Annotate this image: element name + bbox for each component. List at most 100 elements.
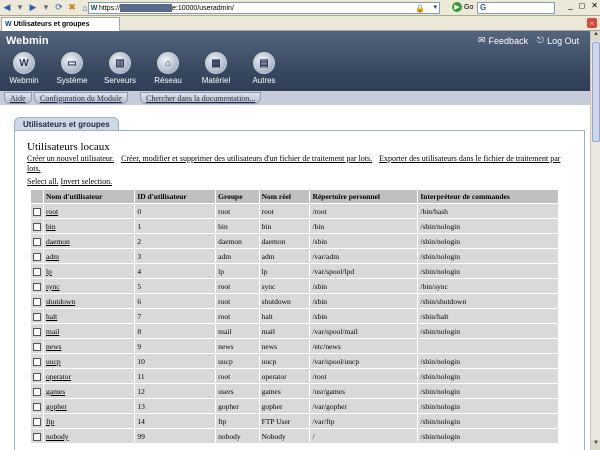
row-checkbox[interactable] — [33, 312, 41, 321]
select-all-link[interactable]: Select all. — [27, 177, 59, 186]
realname-cell: root — [259, 204, 310, 218]
table-header-row: Nom d'utilisateur ID d'utilisateur Group… — [31, 190, 558, 203]
page-scrollbar[interactable]: ▲ ▼ — [590, 31, 600, 450]
table-row: mail 8 mail mail/var/spool/mail/sbin/nologi… — [31, 324, 558, 338]
back-dropdown-icon[interactable]: ▾ — [14, 2, 26, 14]
batch-edit-link[interactable]: Créer, modifier et supprimer des utilisa… — [121, 154, 372, 163]
logout-button[interactable]: ⎋ Log Out — [537, 35, 579, 46]
username-link[interactable]: bin — [46, 222, 56, 231]
username-link[interactable]: gopher — [46, 402, 67, 411]
row-checkbox[interactable] — [33, 237, 41, 246]
category-materiel[interactable]: ▦ Matériel — [192, 49, 240, 91]
username-cell: mail — [44, 324, 135, 338]
search-docs-link[interactable]: Chercher dans la documentation... — [140, 92, 262, 104]
create-user-link[interactable]: Créer un nouvel utilisateur. — [27, 154, 114, 163]
scroll-up-icon[interactable]: ▲ — [591, 31, 600, 41]
row-checkbox[interactable] — [33, 342, 41, 351]
row-select-cell — [31, 339, 43, 353]
network-category-icon: ⌂ — [157, 52, 179, 74]
minimize-icon[interactable]: _ — [568, 1, 572, 10]
username-link[interactable]: halt — [46, 312, 57, 321]
page-content: Webmin ✉ Feedback ⎋ Log Out W Webmin ▭ S… — [0, 31, 590, 450]
close-tab-icon[interactable]: × — [587, 18, 597, 28]
username-link[interactable]: daemon — [46, 237, 70, 246]
homedir-cell: /root — [310, 204, 418, 218]
row-checkbox[interactable] — [33, 372, 41, 381]
feedback-label: Feedback — [488, 35, 529, 46]
username-link[interactable]: mail — [46, 327, 59, 336]
scroll-down-icon[interactable]: ▼ — [591, 440, 600, 450]
category-webmin[interactable]: W Webmin — [0, 49, 48, 91]
username-link[interactable]: operator — [46, 372, 71, 381]
row-checkbox[interactable] — [33, 222, 41, 231]
username-link[interactable]: lp — [46, 267, 52, 276]
reload-icon[interactable]: ⟳ — [53, 2, 65, 14]
username-link[interactable]: ftp — [46, 417, 54, 426]
row-select-cell — [31, 264, 43, 278]
help-link[interactable]: Aide — [4, 92, 32, 104]
lock-icon[interactable]: 🔒 — [415, 4, 425, 13]
username-link[interactable]: nobody — [46, 432, 69, 441]
redacted-host — [120, 4, 173, 12]
username-cell: daemon — [44, 234, 135, 248]
row-checkbox[interactable] — [33, 282, 41, 291]
username-link[interactable]: sync — [46, 282, 60, 291]
homedir-cell: /var/adm — [310, 249, 418, 263]
username-link[interactable]: games — [46, 387, 65, 396]
username-cell: nobody — [44, 429, 135, 443]
url-dropdown-icon[interactable]: ▾ — [433, 3, 437, 11]
username-link[interactable]: shutdown — [46, 297, 75, 306]
column-header-uid: ID d'utilisateur — [135, 190, 216, 203]
row-checkbox[interactable] — [33, 402, 41, 411]
feedback-button[interactable]: ✉ Feedback — [478, 35, 528, 46]
category-label: Matériel — [201, 76, 231, 85]
scroll-thumb[interactable] — [592, 42, 600, 142]
uid-cell: 99 — [135, 429, 216, 443]
url-text: https://e:10000/useradmin/ — [99, 4, 234, 12]
row-checkbox[interactable] — [33, 417, 41, 426]
uid-cell: 5 — [135, 279, 216, 293]
shell-cell: /sbin/nologin — [418, 399, 558, 413]
search-input[interactable]: G — [477, 2, 555, 14]
close-icon[interactable]: ✕ — [591, 1, 598, 10]
row-checkbox[interactable] — [33, 357, 41, 366]
category-serveurs[interactable]: ▥ Serveurs — [96, 49, 144, 91]
uid-cell: 1 — [135, 219, 216, 233]
go-button[interactable]: ▶ Go — [452, 2, 473, 12]
row-select-cell — [31, 294, 43, 308]
module-config-link[interactable]: Configuration du Module — [34, 92, 128, 104]
username-link[interactable]: adm — [46, 252, 59, 261]
forward-dropdown-icon[interactable]: ▾ — [40, 2, 52, 14]
row-checkbox[interactable] — [33, 387, 41, 396]
invert-selection-link[interactable]: Invert selection. — [61, 177, 113, 186]
forward-icon[interactable]: ▶ — [27, 2, 39, 14]
realname-cell: FTP User — [259, 414, 310, 428]
category-autres[interactable]: ▤ Autres — [240, 49, 288, 91]
stop-icon[interactable]: ✖ — [66, 2, 78, 14]
username-cell: uucp — [44, 354, 135, 368]
username-link[interactable]: root — [46, 207, 58, 216]
webmin-logo: Webmin — [6, 35, 49, 47]
shell-cell: /sbin/nologin — [418, 429, 558, 443]
row-checkbox[interactable] — [33, 252, 41, 261]
row-select-cell — [31, 279, 43, 293]
username-link[interactable]: uucp — [46, 357, 61, 366]
group-cell: ftp — [216, 414, 259, 428]
google-icon: G — [480, 3, 487, 12]
uid-cell: 13 — [135, 399, 216, 413]
category-reseau[interactable]: ⌂ Réseau — [144, 49, 192, 91]
row-checkbox[interactable] — [33, 327, 41, 336]
username-link[interactable]: news — [46, 342, 61, 351]
row-checkbox[interactable] — [33, 267, 41, 276]
row-checkbox[interactable] — [33, 207, 41, 216]
browser-tab-active[interactable]: W Utilisateurs et groupes — [1, 17, 120, 31]
row-select-cell — [31, 354, 43, 368]
category-systeme[interactable]: ▭ Système — [48, 49, 96, 91]
row-checkbox[interactable] — [33, 297, 41, 306]
maximize-icon[interactable]: ◻ — [579, 1, 586, 10]
homedir-cell: /sbin — [310, 279, 418, 293]
back-icon[interactable]: ◀ — [1, 2, 13, 14]
username-cell: ftp — [44, 414, 135, 428]
row-checkbox[interactable] — [33, 432, 41, 441]
address-bar[interactable]: W https://e:10000/useradmin/ 🔒 ▾ — [88, 2, 440, 14]
